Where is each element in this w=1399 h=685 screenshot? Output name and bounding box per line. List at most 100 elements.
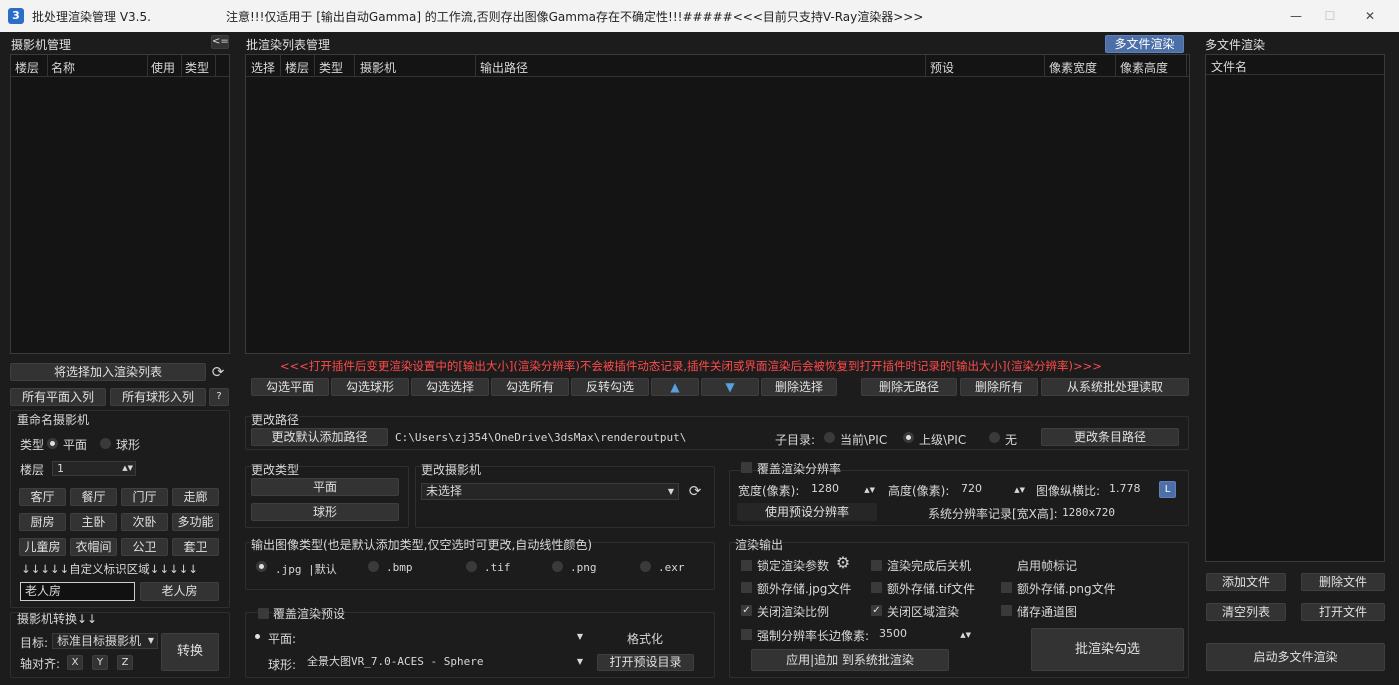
check-sphere-button[interactable]: 勾选球形 — [331, 378, 409, 396]
align-z-button[interactable]: Z — [117, 655, 133, 670]
refresh-icon[interactable]: ⟳ — [685, 481, 705, 501]
room-living-button[interactable]: 客厅 — [19, 488, 66, 506]
custom-name-button[interactable]: 老人房 — [140, 582, 219, 601]
preset-sphere-dropdown[interactable]: 全景大图VR_7.0-ACES - Sphere ▼ — [302, 654, 588, 670]
long-edge-spinner[interactable]: 3500 ▲▼ — [874, 626, 974, 642]
width-spinner[interactable]: 1280 ▲▼ — [806, 481, 878, 497]
subdir-current-radio[interactable] — [824, 432, 835, 443]
room-ensuite-button[interactable]: 套卫 — [172, 538, 219, 556]
type-sphere-radio[interactable] — [100, 438, 111, 449]
force-long-edge-checkbox[interactable] — [741, 629, 752, 640]
all-sphere-button[interactable]: 所有球形入列 — [110, 388, 206, 406]
invert-check-button[interactable]: 反转勾选 — [571, 378, 649, 396]
gear-icon[interactable]: ⚙ — [833, 553, 853, 573]
close-icon[interactable]: ✕ — [1360, 6, 1380, 26]
move-up-button[interactable]: ▲ — [651, 378, 699, 396]
collapse-button[interactable]: <= — [211, 35, 229, 49]
save-tif-checkbox[interactable] — [871, 582, 882, 593]
delete-file-button[interactable]: 删除文件 — [1301, 573, 1385, 591]
multi-file-render-button[interactable]: 多文件渲染 — [1105, 35, 1184, 53]
room-closet-button[interactable]: 衣帽间 — [70, 538, 117, 556]
image-type-title: 输出图像类型(也是默认添加类型,仅空选时可更改,自动线性颜色) — [251, 538, 592, 552]
delete-selected-button[interactable]: 删除选择 — [761, 378, 837, 396]
close-region-checkbox[interactable]: ✓ — [871, 605, 882, 616]
format-label[interactable]: 格式化 — [627, 630, 663, 647]
override-preset-checkbox[interactable] — [258, 608, 269, 619]
lock-params-checkbox[interactable] — [741, 560, 752, 571]
save-png-checkbox[interactable] — [1001, 582, 1012, 593]
use-preset-resolution-button[interactable]: 使用预设分辨率 — [737, 503, 877, 521]
type-exr-radio[interactable] — [640, 561, 651, 572]
move-down-button[interactable]: ▼ — [701, 378, 759, 396]
change-default-path-button[interactable]: 更改默认添加路径 — [251, 428, 388, 446]
room-foyer-button[interactable]: 门厅 — [121, 488, 168, 506]
subdir-parent-radio[interactable] — [903, 432, 914, 443]
add-to-render-list-button[interactable]: 将选择加入渲染列表 — [10, 363, 206, 381]
target-dropdown[interactable]: 标准目标摄影机 ▼ — [52, 633, 158, 649]
long-edge-value: 3500 — [879, 627, 907, 640]
align-x-button[interactable]: X — [67, 655, 83, 670]
type-tif-label: .tif — [484, 561, 511, 574]
frame-mark-label[interactable]: 启用帧标记 — [1017, 557, 1077, 574]
room-master-button[interactable]: 主卧 — [70, 513, 117, 531]
room-kids-button[interactable]: 儿童房 — [19, 538, 66, 556]
floor-spinner[interactable]: 1 ▲▼ — [52, 461, 136, 476]
room-kitchen-button[interactable]: 厨房 — [19, 513, 66, 531]
set-sphere-button[interactable]: 球形 — [251, 503, 399, 521]
camera-dropdown[interactable]: 未选择 ▼ — [421, 483, 679, 500]
batch-render-checked-button[interactable]: 批渲染勾选 — [1031, 628, 1184, 671]
change-item-path-button[interactable]: 更改条目路径 — [1041, 428, 1179, 446]
rename-title: 重命名摄影机 — [17, 413, 90, 427]
type-bmp-radio[interactable] — [368, 561, 379, 572]
apply-system-batch-button[interactable]: 应用|追加 到系统批渲染 — [751, 649, 949, 671]
close-ratio-checkbox[interactable]: ✓ — [741, 605, 752, 616]
height-spinner[interactable]: 720 ▲▼ — [956, 481, 1028, 497]
chevron-down-icon: ▼ — [576, 657, 583, 666]
type-png-radio[interactable] — [552, 561, 563, 572]
room-multi-button[interactable]: 多功能 — [172, 513, 219, 531]
check-plane-button[interactable]: 勾选平面 — [251, 378, 329, 396]
shutdown-checkbox[interactable] — [871, 560, 882, 571]
maximize-icon[interactable]: ☐ — [1320, 6, 1340, 26]
align-y-button[interactable]: Y — [92, 655, 108, 670]
start-multi-render-button[interactable]: 启动多文件渲染 — [1206, 643, 1385, 671]
check-all-button[interactable]: 勾选所有 — [491, 378, 569, 396]
room-dining-button[interactable]: 餐厅 — [70, 488, 117, 506]
aspect-spinner[interactable]: 1.778 — [1104, 481, 1154, 497]
override-resolution-checkbox[interactable] — [741, 462, 752, 473]
window-title: 批处理渲染管理 V3.5. — [32, 10, 151, 24]
camera-table[interactable]: 楼层 名称 使用 类型 — [10, 54, 230, 354]
check-selected-button[interactable]: 勾选选择 — [411, 378, 489, 396]
add-file-button[interactable]: 添加文件 — [1206, 573, 1286, 591]
refresh-icon[interactable]: ⟳ — [208, 362, 228, 382]
lock-aspect-button[interactable]: L — [1159, 481, 1176, 498]
delete-no-path-button[interactable]: 删除无路径 — [861, 378, 957, 396]
room-second-button[interactable]: 次卧 — [121, 513, 168, 531]
clear-list-button[interactable]: 清空列表 — [1206, 603, 1286, 621]
col-preset: 预设 — [930, 61, 955, 75]
delete-all-button[interactable]: 删除所有 — [960, 378, 1038, 396]
open-preset-dir-button[interactable]: 打开预设目录 — [597, 654, 694, 671]
save-jpg-checkbox[interactable] — [741, 582, 752, 593]
set-plane-button[interactable]: 平面 — [251, 478, 399, 496]
room-corridor-button[interactable]: 走廊 — [172, 488, 219, 506]
type-tif-radio[interactable] — [466, 561, 477, 572]
custom-name-input[interactable]: 老人房 — [20, 582, 135, 601]
room-bath-button[interactable]: 公卫 — [121, 538, 168, 556]
preset-plane-dropdown[interactable]: ▼ — [302, 629, 588, 645]
read-system-batch-button[interactable]: 从系统批处理读取 — [1041, 378, 1189, 396]
width-label: 宽度(像素): — [738, 484, 800, 498]
help-button[interactable]: ? — [209, 388, 229, 406]
file-list[interactable]: 文件名 — [1205, 54, 1385, 562]
render-list-table[interactable]: 选择 楼层 类型 摄影机 输出路径 预设 像素宽度 像素高度 — [245, 54, 1190, 354]
minimize-icon[interactable]: — — [1286, 6, 1306, 26]
type-jpg-radio[interactable] — [256, 561, 267, 572]
resolution-group-title: 覆盖渲染分辨率 — [757, 462, 842, 476]
open-file-button[interactable]: 打开文件 — [1301, 603, 1385, 621]
convert-button[interactable]: 转换 — [161, 633, 219, 671]
all-plane-button[interactable]: 所有平面入列 — [10, 388, 106, 406]
save-channels-checkbox[interactable] — [1001, 605, 1012, 616]
subdir-none-radio[interactable] — [989, 432, 1000, 443]
type-plane-radio[interactable] — [47, 438, 58, 449]
camera-panel-title: 摄影机管理 — [11, 38, 72, 52]
